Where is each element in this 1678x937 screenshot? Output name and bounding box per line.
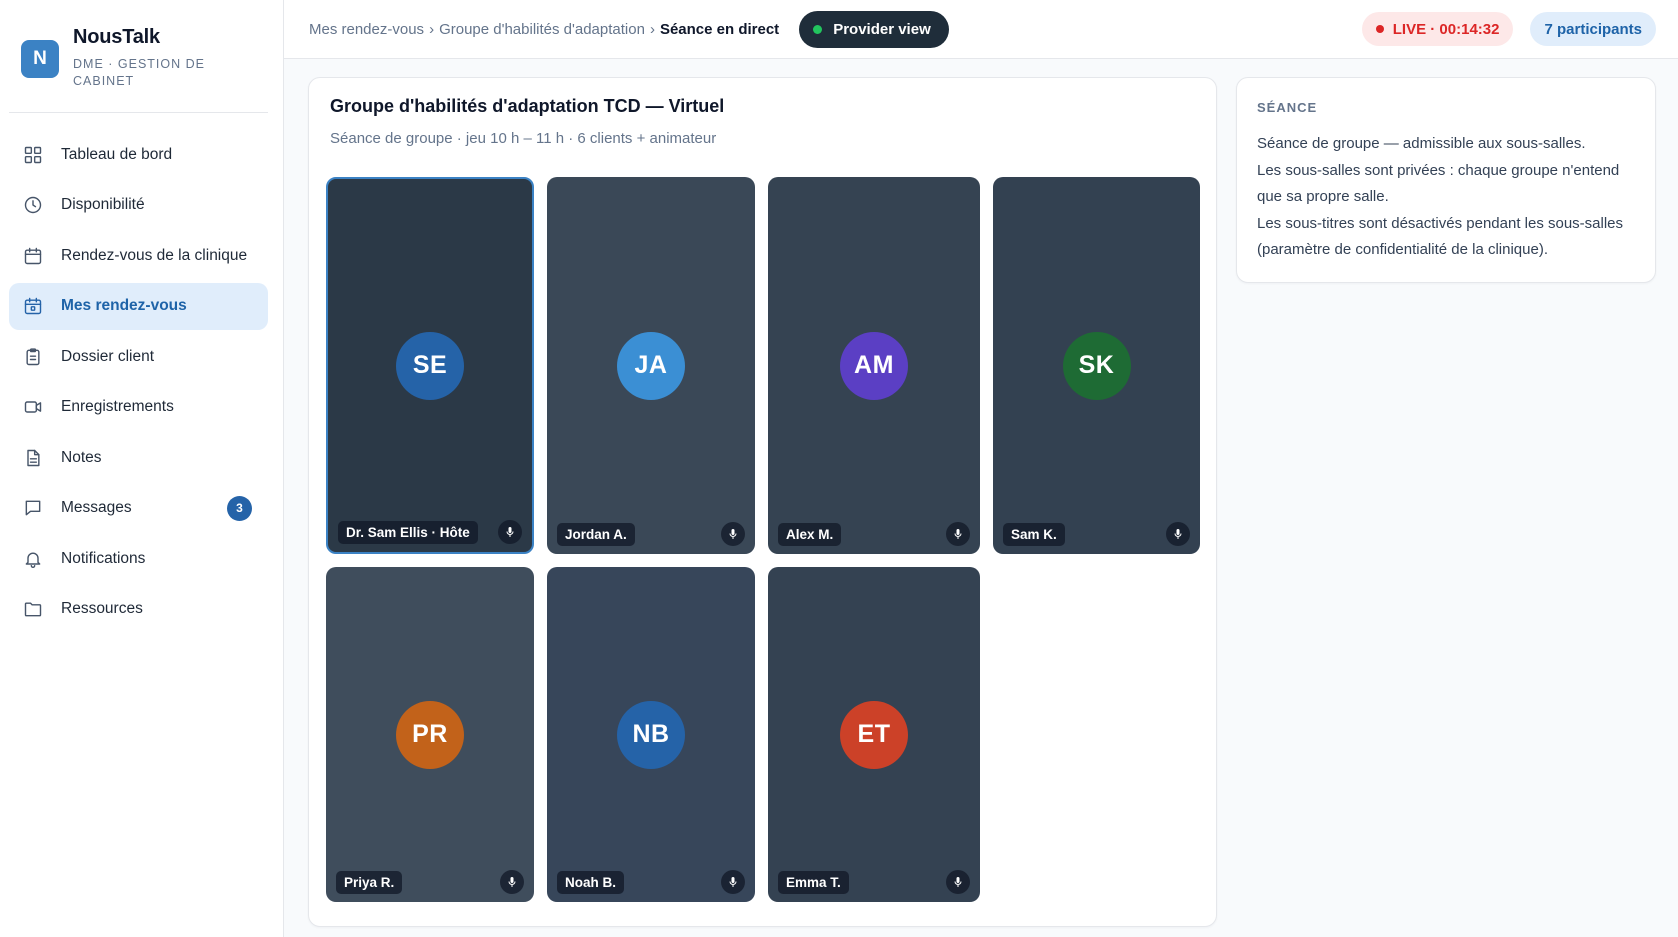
participant-tile[interactable]: JA Jordan A. [547,177,755,554]
microphone-icon[interactable] [721,522,745,546]
breadcrumb-separator: › [649,20,655,38]
participant-tile[interactable]: PR Priya R. [326,567,534,902]
provider-view-label: Provider view [833,20,931,38]
grid-icon [23,145,43,165]
microphone-icon[interactable] [500,870,524,894]
brand-subtitle: DME · GESTION DE CABINET [73,57,205,88]
participant-name: Dr. Sam Ellis · Hôte [338,521,478,544]
microphone-icon[interactable] [721,870,745,894]
sidebar-item-label: Rendez-vous de la clinique [61,246,248,264]
participant-tile[interactable]: AM Alex M. [768,177,980,554]
sidebar-item-mes-rendez-vous[interactable]: Mes rendez-vous [9,282,268,330]
participants-count: 7 participants [1544,20,1642,38]
sidebar-item-label: Notes [61,448,102,466]
participant-tile-host[interactable]: SE Dr. Sam Ellis · Hôte [326,177,534,554]
participant-name: Sam K. [1003,523,1065,546]
sidebar-item-label: Dossier client [61,347,155,365]
sidebar-item-label: Mes rendez-vous [61,297,187,314]
avatar: ET [840,700,908,769]
participant-name: Priya R. [336,871,403,894]
document-icon [23,448,43,468]
participant-tile[interactable]: ET Emma T. [768,567,980,902]
calendar-icon [23,246,43,266]
breadcrumb-current: Séance en direct [659,20,780,38]
sidebar-item-notifications[interactable]: Notifications [9,535,268,582]
participant-name: Emma T. [778,871,849,894]
session-info-line: Les sous-salles sont privées : chaque gr… [1257,161,1620,206]
clock-icon [23,195,43,215]
sidebar-item-disponibilite[interactable]: Disponibilité [9,182,268,229]
folder-icon [23,599,43,619]
microphone-icon[interactable] [1166,522,1190,546]
sidebar-item-tableau-de-bord[interactable]: Tableau de bord [9,131,268,178]
participant-name: Jordan A. [557,523,635,546]
sidebar-nav: Tableau de bord Disponibilité Rendez-vou… [9,131,268,633]
session-subtitle: Séance de groupe · jeu 10 h – 11 h · 6 c… [330,130,717,147]
session-card-title: SÉANCE [1257,100,1318,115]
sidebar-item-label: Ressources [61,600,143,617]
messages-count-badge: 3 [227,495,252,521]
avatar: JA [617,331,685,400]
microphone-icon[interactable] [498,520,522,544]
avatar: SE [396,331,464,400]
breadcrumb-item-groupe[interactable]: Groupe d'habilités d'adaptation [439,21,645,38]
avatar: NB [617,700,685,769]
sidebar-item-notes[interactable]: Notes [9,434,268,481]
breadcrumb: Mes rendez-vous › Groupe d'habilités d'a… [309,21,779,38]
avatar: SK [1062,331,1131,400]
session-title: Groupe d'habilités d'adaptation TCD — Vi… [330,96,725,116]
provider-view-button[interactable]: Provider view [799,10,949,48]
sidebar-item-label: Enregistrements [61,398,174,415]
session-info-card: SÉANCE Séance de groupe — admissible aux… [1236,77,1656,283]
participant-tile[interactable]: SK Sam K. [993,177,1200,554]
sidebar-item-dossier-client[interactable]: Dossier client [9,333,268,380]
sidebar-item-label: Tableau de bord [61,145,173,163]
microphone-icon[interactable] [946,870,970,894]
sidebar-item-rendez-vous-clinique[interactable]: Rendez-vous de la clinique [9,232,268,279]
brand-logo: N [21,40,59,78]
topbar: Mes rendez-vous › Groupe d'habilités d'a… [284,0,1678,59]
sidebar-item-label: Messages [61,499,132,516]
brand-name: NousTalk [73,26,160,48]
sidebar: N NousTalk DME · GESTION DE CABINET Tabl… [0,0,284,937]
main: Mes rendez-vous › Groupe d'habilités d'a… [284,0,1678,937]
participant-tile[interactable]: NB Noah B. [547,567,755,902]
avatar: PR [396,700,464,769]
live-timer: LIVE · 00:14:32 [1392,20,1500,38]
live-timer-badge: LIVE · 00:14:32 [1361,12,1514,46]
breadcrumb-item-mes-rendez-vous[interactable]: Mes rendez-vous [309,21,424,38]
participant-name: Alex M. [778,523,842,546]
breadcrumb-separator: › [429,20,435,38]
brand: N NousTalk DME · GESTION DE CABINET [9,0,268,113]
sidebar-item-label: Notifications [61,549,146,567]
participant-grid: SE Dr. Sam Ellis · Hôte JA Jordan A. AM … [326,177,1200,902]
clipboard-icon [23,347,43,367]
participant-name: Noah B. [557,871,625,894]
participants-count-button[interactable]: 7 participants [1530,12,1656,46]
microphone-icon[interactable] [946,522,970,546]
bell-icon [23,549,43,569]
status-dot-icon [813,24,823,34]
sidebar-item-enregistrements[interactable]: Enregistrements [9,384,268,431]
avatar: AM [840,331,908,400]
live-dot-icon [1375,25,1384,33]
sidebar-item-ressources[interactable]: Ressources [9,586,268,633]
sidebar-item-messages[interactable]: Messages 3 [9,485,268,532]
video-icon [23,397,43,417]
session-info-line: Séance de groupe — admissible aux sous-s… [1257,135,1586,152]
sidebar-item-label: Disponibilité [61,196,145,213]
message-icon [23,498,43,518]
video-panel: Groupe d'habilités d'adaptation TCD — Vi… [308,77,1217,927]
calendar-check-icon [23,296,43,316]
session-info-line: Les sous-titres sont désactivés pendant … [1257,214,1624,259]
